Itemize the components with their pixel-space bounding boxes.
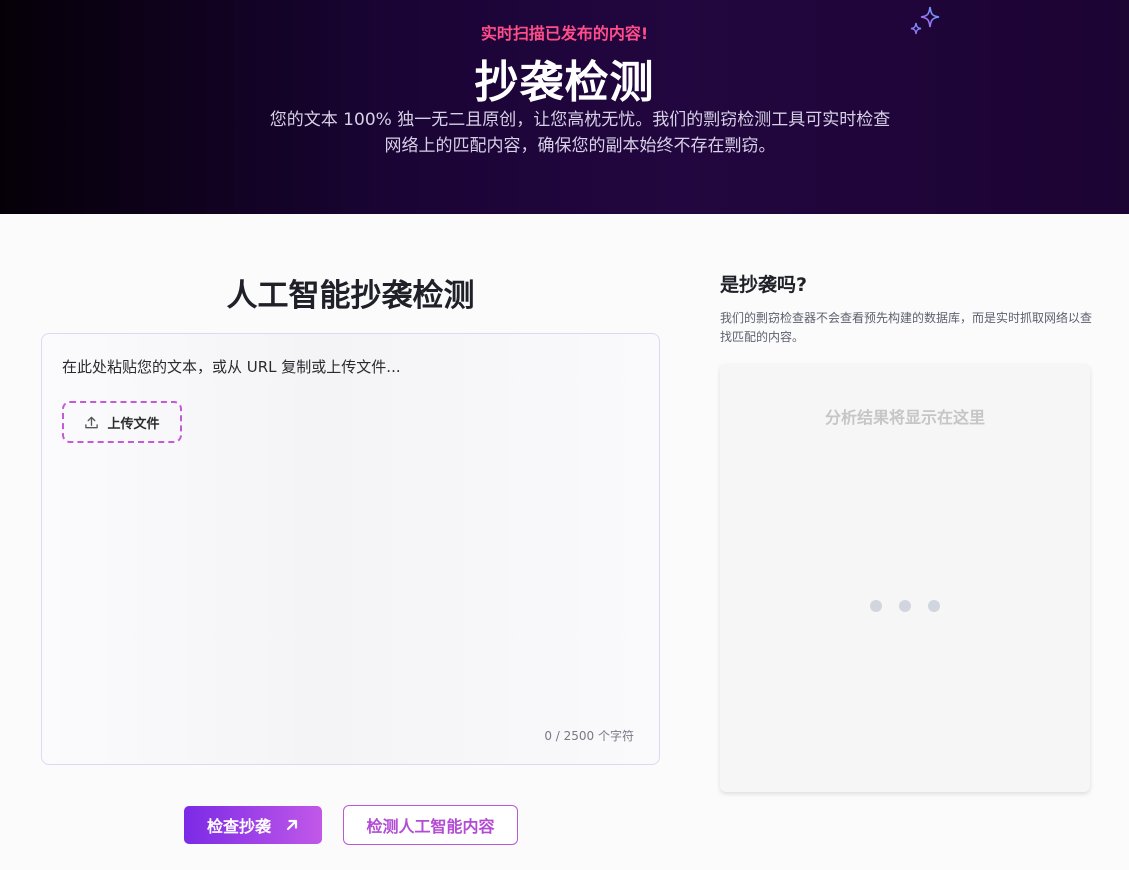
checker-title: 人工智能抄袭检测 [226,278,475,314]
result-title: 是抄袭吗? [720,274,808,296]
text-input-area[interactable]: 在此处粘贴您的文本，或从 URL 复制或上传文件... 上传文件 0 / 250… [41,333,660,765]
arrow-up-right-icon [286,819,298,831]
upload-file-button[interactable]: 上传文件 [62,401,182,443]
page-title: 抄袭检测 [474,57,655,108]
result-panel: 分析结果将显示在这里 [720,364,1090,792]
char-count: 0 / 2500 个字符 [544,729,634,743]
upload-icon [85,416,99,428]
loading-dot [928,600,940,612]
upload-file-label: 上传文件 [107,416,160,432]
check-plagiarism-label: 检查抄袭 [206,817,271,836]
hero-tagline: 实时扫描已发布的内容! [480,24,649,43]
text-input-placeholder[interactable]: 在此处粘贴您的文本，或从 URL 复制或上传文件... [62,356,401,377]
loading-dot [870,600,882,612]
result-placeholder: 分析结果将显示在这里 [824,408,985,427]
hero-description: 您的文本 100% 独一无二且原创，让您高枕无忧。我们的剽窃检测工具可实时检查网… [269,110,891,156]
hero-banner: 实时扫描已发布的内容! 抄袭检测 您的文本 100% 独一无二且原创，让您高枕无… [0,0,1129,214]
detect-ai-content-button[interactable]: 检测人工智能内容 [343,805,518,845]
loading-dots-icon [870,600,940,612]
loading-dot [899,600,911,612]
detect-ai-content-label: 检测人工智能内容 [366,817,495,836]
result-description: 我们的剽窃检查器不会查看预先构建的数据库，而是实时抓取网络以查找匹配的内容。 [720,311,1093,344]
check-plagiarism-button[interactable]: 检查抄袭 [184,806,322,844]
